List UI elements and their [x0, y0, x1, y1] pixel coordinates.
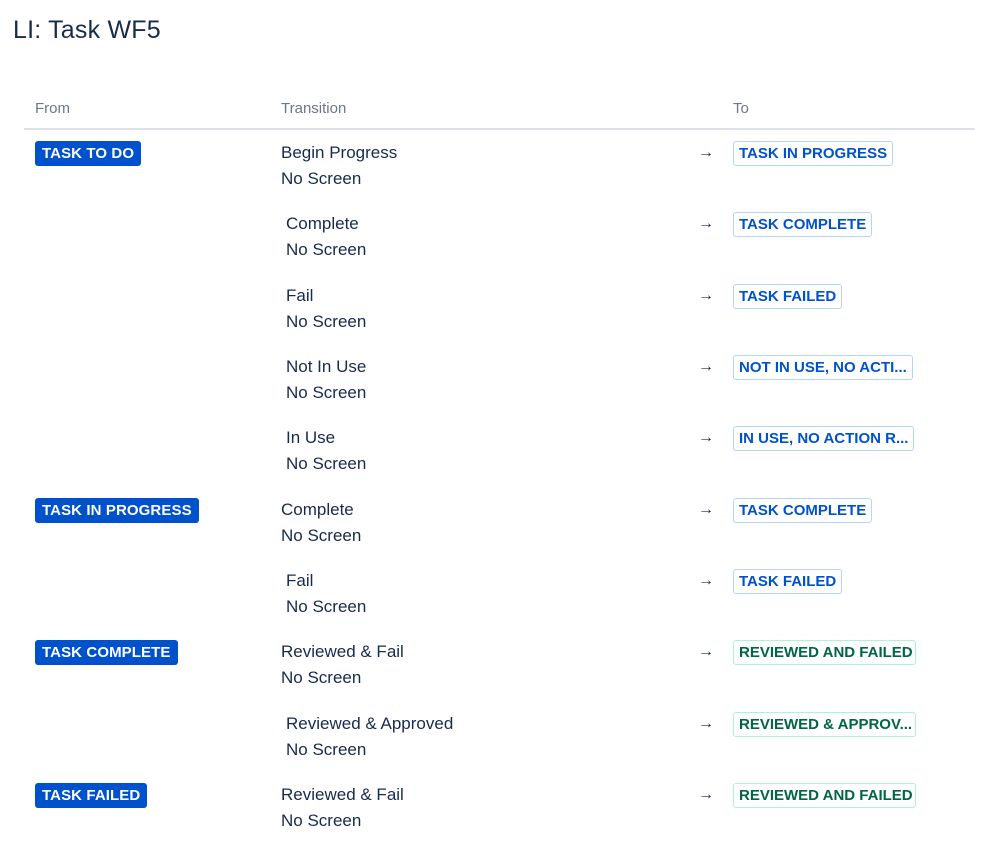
arrow-right-icon: → — [698, 287, 714, 304]
transition-name[interactable]: Complete — [286, 214, 359, 234]
transition-screen: No Screen — [286, 454, 367, 473]
arrow-right-icon: → — [698, 144, 714, 161]
transition-screen: No Screen — [286, 383, 367, 402]
transition-name[interactable]: Reviewed & Fail — [281, 785, 404, 805]
transition-name[interactable]: Not In Use — [286, 357, 366, 377]
table-row: Complete No Screen → TASK COMPLETE — [0, 212, 999, 284]
arrow-right-icon: → — [698, 572, 714, 589]
column-header-to: To — [733, 100, 749, 117]
transition-screen: No Screen — [286, 312, 367, 331]
to-status-lozenge[interactable]: TASK FAILED — [733, 284, 843, 309]
arrow-right-icon: → — [698, 429, 714, 446]
arrow-right-icon: → — [698, 786, 714, 803]
page-title: LI: Task WF5 — [13, 16, 161, 44]
transition-screen: No Screen — [286, 597, 367, 616]
table-row: Not In Use No Screen → NOT IN USE, NO ACTI.… — [0, 355, 999, 427]
transition-name[interactable]: Reviewed & Approved — [286, 714, 453, 734]
transition-name[interactable]: In Use — [286, 428, 335, 448]
table-header: From Transition To — [24, 96, 975, 130]
from-status-lozenge[interactable]: TASK FAILED — [35, 783, 148, 808]
table-row: Reviewed & Approved No Screen → REVIEWED & … — [0, 712, 999, 784]
to-status-lozenge[interactable]: IN USE, NO ACTION R... — [733, 426, 915, 451]
from-status-lozenge[interactable]: TASK COMPLETE — [35, 640, 178, 665]
transition-name[interactable]: Reviewed & Fail — [281, 642, 404, 662]
transition-name[interactable]: Begin Progress — [281, 143, 397, 163]
from-status-lozenge[interactable]: TASK IN PROGRESS — [35, 498, 199, 523]
arrow-right-icon: → — [698, 643, 714, 660]
transition-screen: No Screen — [286, 240, 367, 259]
transition-name[interactable]: Fail — [286, 571, 313, 591]
to-status-lozenge[interactable]: REVIEWED & APPROV... — [733, 712, 916, 737]
transition-name[interactable]: Complete — [281, 500, 354, 520]
from-status-lozenge[interactable]: TASK TO DO — [35, 141, 142, 166]
to-status-lozenge[interactable]: TASK IN PROGRESS — [733, 141, 894, 166]
arrow-right-icon: → — [698, 715, 714, 732]
to-status-lozenge[interactable]: NOT IN USE, NO ACTI... — [733, 355, 913, 380]
transition-name[interactable]: Fail — [286, 286, 313, 306]
to-status-lozenge[interactable]: REVIEWED AND FAILED — [733, 640, 916, 665]
table-row: Fail No Screen → TASK FAILED — [0, 569, 999, 641]
transition-screen: No Screen — [281, 169, 362, 188]
arrow-right-icon: → — [698, 358, 714, 375]
to-status-lozenge[interactable]: TASK FAILED — [733, 569, 843, 594]
transition-screen: No Screen — [281, 668, 362, 687]
table-row: TASK TO DO Begin Progress No Screen → TASK I… — [0, 141, 999, 213]
to-status-lozenge[interactable]: TASK COMPLETE — [733, 212, 873, 237]
table-row: TASK FAILED Reviewed & Fail No Screen → REVI… — [0, 783, 999, 855]
arrow-right-icon: → — [698, 501, 714, 518]
transition-screen: No Screen — [281, 526, 362, 545]
table-row: Fail No Screen → TASK FAILED — [0, 284, 999, 356]
column-header-from: From — [35, 100, 70, 117]
table-row: TASK IN PROGRESS Complete No Screen → TASK C… — [0, 498, 999, 570]
table-row: TASK COMPLETE Reviewed & Fail No Screen → RE… — [0, 640, 999, 712]
transition-screen: No Screen — [286, 740, 367, 759]
to-status-lozenge[interactable]: TASK COMPLETE — [733, 498, 873, 523]
to-status-lozenge[interactable]: REVIEWED AND FAILED — [733, 783, 916, 808]
transition-screen: No Screen — [281, 811, 362, 830]
arrow-right-icon: → — [698, 215, 714, 232]
table-row: In Use No Screen → IN USE, NO ACTION R... — [0, 426, 999, 498]
column-header-transition: Transition — [281, 100, 347, 117]
